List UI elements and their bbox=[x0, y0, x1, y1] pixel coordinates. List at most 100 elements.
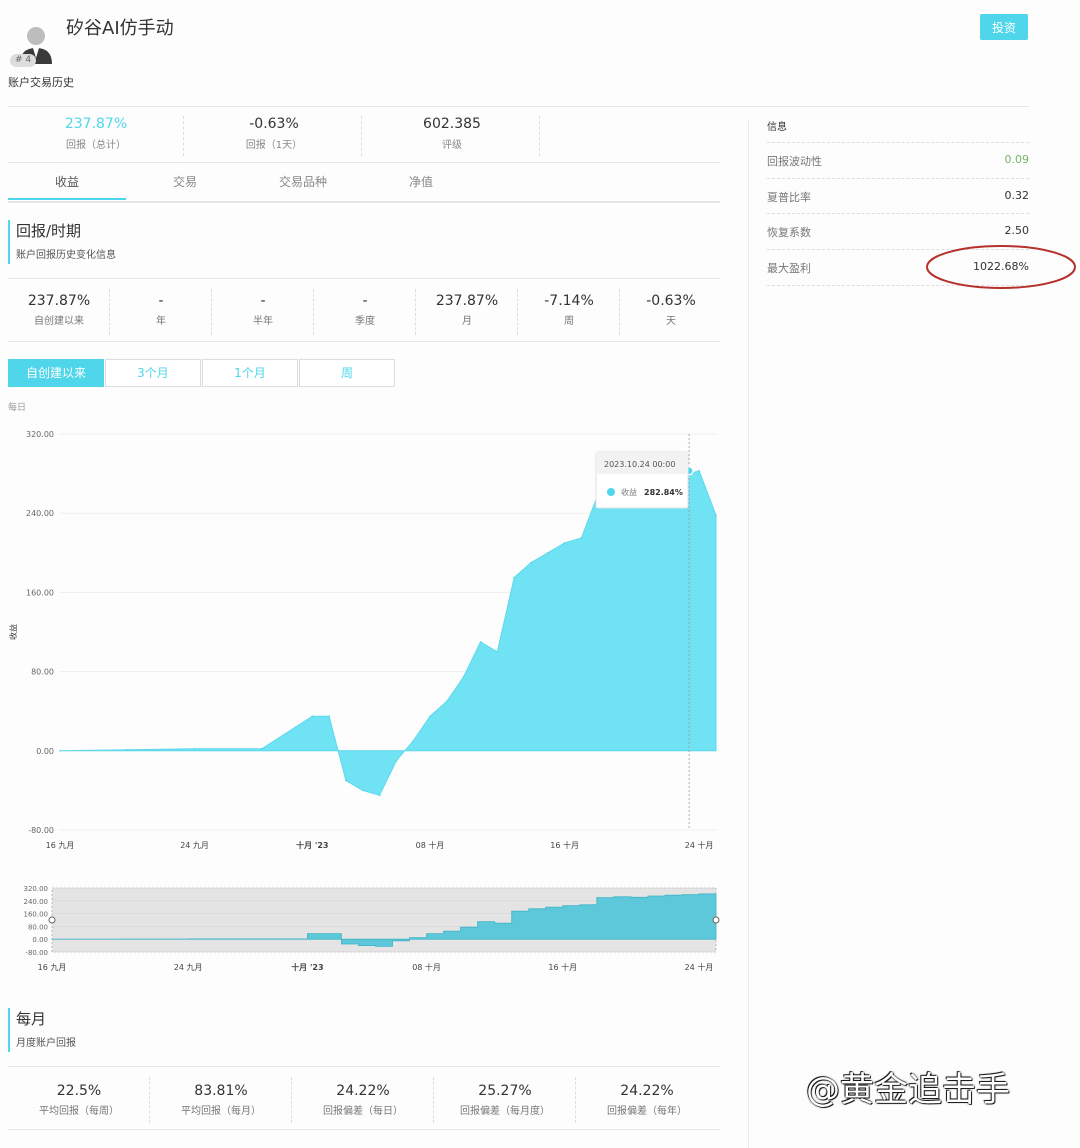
range-button-week[interactable]: 周 bbox=[299, 359, 395, 387]
data-point bbox=[496, 651, 499, 653]
y-axis-label: 收益 bbox=[8, 624, 18, 640]
data-point bbox=[715, 514, 717, 517]
chart-navigator[interactable]: 320.00 240.00 160.00 80.00 0.00 -80.00 16 九月 24… bbox=[0, 880, 730, 980]
data-point bbox=[462, 675, 465, 678]
y-tick-label: 160.00 bbox=[26, 588, 54, 597]
data-point bbox=[59, 750, 61, 752]
period-item: -0.63% 天 bbox=[646, 293, 696, 327]
data-point bbox=[361, 789, 364, 792]
navigator-x-tick: 16 十月 bbox=[548, 962, 577, 972]
range-button-3-months[interactable]: 3个月 bbox=[105, 359, 201, 387]
y-tick-label: 240.00 bbox=[26, 509, 54, 518]
x-tick-label: 08 十月 bbox=[416, 840, 445, 850]
period-item: -7.14% 周 bbox=[518, 289, 620, 335]
range-button-since-inception[interactable]: 自创建以来 bbox=[8, 359, 104, 387]
section-title: 回报/时期 bbox=[16, 222, 82, 240]
y-tick-label: 80.00 bbox=[31, 668, 54, 677]
navigator-x-tick: 24 十月 bbox=[685, 962, 714, 972]
watermark: @黄金追击手 bbox=[806, 1070, 1010, 1110]
page-subtitle: 账户交易历史 bbox=[8, 76, 74, 89]
data-point bbox=[546, 552, 549, 554]
data-point bbox=[563, 542, 566, 544]
monthly-stat: 24.22% 回报偏差（每年） bbox=[607, 1083, 687, 1117]
monthly-stat: 83.81% 平均回报（每月） bbox=[150, 1077, 292, 1123]
rank-badge: # 4 bbox=[10, 54, 37, 67]
monthly-stat: 22.5% 平均回报（每周） bbox=[8, 1077, 150, 1123]
data-point bbox=[446, 700, 448, 703]
data-point bbox=[261, 748, 263, 750]
invest-button[interactable]: 投资 bbox=[980, 14, 1028, 40]
stat-day-return: -0.63% 回报（1天） bbox=[186, 116, 362, 156]
data-point bbox=[126, 749, 129, 751]
earnings-chart[interactable]: 320.00 240.00 160.00 80.00 0.00 -80.00 收益 16 九月… bbox=[0, 420, 730, 860]
active-tab-indicator bbox=[8, 198, 126, 200]
tab-earnings[interactable]: 收益 bbox=[8, 173, 126, 190]
tab-equity[interactable]: 净值 bbox=[362, 173, 480, 190]
tab-trades[interactable]: 交易 bbox=[126, 173, 244, 190]
tooltip-series-dot bbox=[607, 488, 615, 496]
stat-label: 评级 bbox=[442, 140, 462, 151]
info-heading: 信息 bbox=[767, 122, 787, 133]
data-point bbox=[328, 715, 330, 717]
earnings-area bbox=[59, 470, 717, 796]
y-tick-label: -80.00 bbox=[28, 826, 54, 835]
navigator-y-tick: 80.00 bbox=[28, 923, 48, 931]
y-tick-label: 0.00 bbox=[36, 747, 54, 756]
page-title: 矽谷AI仿手动 bbox=[66, 18, 174, 39]
stat-value: 602.385 bbox=[423, 116, 481, 132]
x-tick-label: 十月 '23 bbox=[296, 840, 328, 850]
data-point bbox=[412, 740, 415, 742]
period-returns: 237.87% 自创建以来 -年 - 半年 - 季度 237.87% 月 -7.14% 周… bbox=[8, 278, 720, 342]
monthly-stats: 22.5% 平均回报（每周） 83.81% 平均回报（每月） 24.22% 回报偏差（… bbox=[8, 1066, 720, 1130]
monthly-stat: 24.22% 回报偏差（每日） bbox=[292, 1077, 434, 1123]
tab-symbols[interactable]: 交易品种 bbox=[244, 173, 362, 190]
data-point bbox=[345, 779, 347, 782]
tooltip-series: 收益 bbox=[621, 487, 637, 497]
period-item: -年 bbox=[110, 289, 212, 335]
navigator-y-tick: -80.00 bbox=[25, 949, 48, 957]
tooltip-value: 282.84% bbox=[644, 488, 683, 497]
chart-caption: 每日 bbox=[8, 403, 27, 413]
data-point bbox=[530, 561, 532, 564]
monthly-stat: 25.27% 回报偏差（每月度） bbox=[434, 1077, 576, 1123]
section-subtitle: 月度账户回报 bbox=[16, 1038, 76, 1049]
stat-value: 237.87% bbox=[64, 116, 128, 132]
section-subtitle: 账户回报历史变化信息 bbox=[16, 250, 116, 261]
period-item: 237.87% 自创建以来 bbox=[8, 289, 110, 335]
data-point bbox=[580, 537, 583, 539]
range-button-1-month[interactable]: 1个月 bbox=[202, 359, 298, 387]
navigator-y-tick: 160.00 bbox=[24, 911, 49, 919]
stat-label: 回报（总计） bbox=[66, 140, 126, 151]
navigator-handle-left bbox=[48, 916, 56, 924]
data-point bbox=[311, 715, 314, 717]
highlight-ring-annotation bbox=[926, 245, 1076, 289]
navigator-y-tick: 320.00 bbox=[24, 885, 49, 893]
panel-divider bbox=[748, 120, 749, 1148]
section-accent-bar bbox=[8, 220, 10, 264]
stat-total-return: 237.87% 回报（总计） bbox=[8, 116, 184, 156]
data-point bbox=[698, 469, 700, 472]
info-row-sharpe: 夏普比率 0.32 bbox=[767, 178, 1029, 214]
navigator-y-tick: 240.00 bbox=[24, 898, 49, 906]
navigator-x-tick: 24 九月 bbox=[174, 963, 203, 972]
tooltip-date: 2023.10.24 00:00 bbox=[604, 460, 675, 469]
data-point bbox=[193, 748, 196, 750]
x-tick-label: 16 九月 bbox=[46, 841, 75, 850]
section-title: 每月 bbox=[16, 1010, 47, 1028]
data-point bbox=[395, 759, 398, 762]
y-tick-label: 320.00 bbox=[26, 430, 54, 439]
navigator-x-tick: 16 九月 bbox=[38, 963, 67, 972]
x-tick-label: 24 十月 bbox=[685, 840, 714, 850]
x-tick-label: 24 九月 bbox=[180, 841, 209, 850]
data-point bbox=[513, 576, 515, 579]
period-item: 237.87% 月 bbox=[416, 289, 518, 335]
period-item: - 半年 bbox=[212, 289, 314, 335]
navigator-x-tick: 08 十月 bbox=[412, 962, 441, 972]
chart-tooltip: 2023.10.24 00:00 收益 282.84% bbox=[595, 451, 689, 509]
navigator-x-tick: 十月 '23 bbox=[291, 962, 323, 972]
x-tick-label: 16 十月 bbox=[550, 840, 579, 850]
info-row-volatility: 回报波动性 0.09 bbox=[767, 142, 1029, 178]
period-item: - 季度 bbox=[314, 289, 416, 335]
data-point bbox=[429, 715, 431, 717]
section-accent-bar bbox=[8, 1008, 10, 1052]
